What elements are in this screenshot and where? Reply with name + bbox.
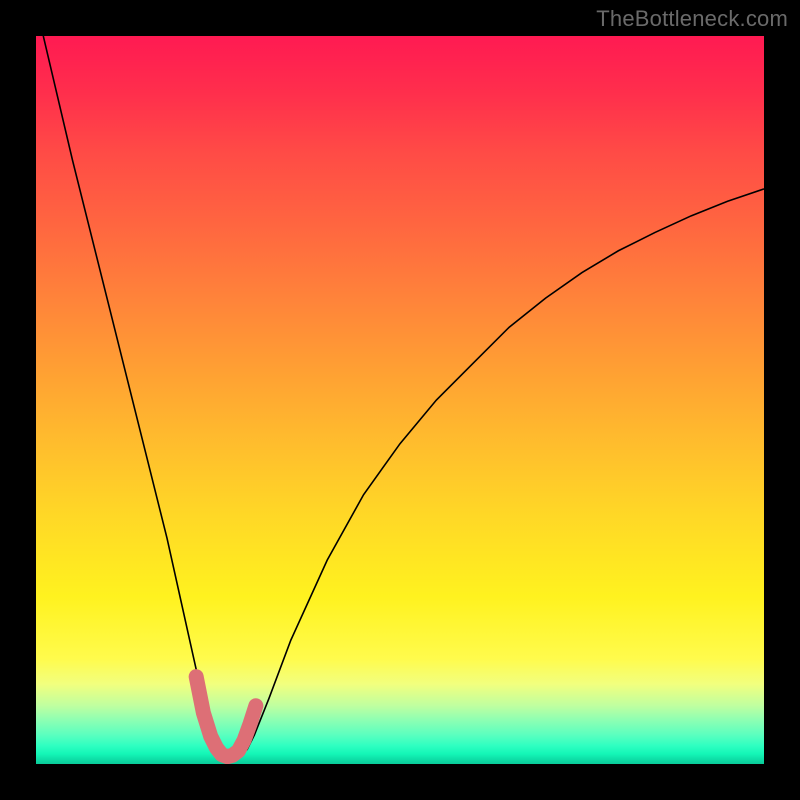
chart-frame: TheBottleneck.com xyxy=(0,0,800,800)
chart-svg xyxy=(36,36,764,764)
curve-line xyxy=(43,36,764,757)
watermark-text: TheBottleneck.com xyxy=(596,6,788,32)
highlight-line xyxy=(196,677,256,757)
plot-area xyxy=(36,36,764,764)
